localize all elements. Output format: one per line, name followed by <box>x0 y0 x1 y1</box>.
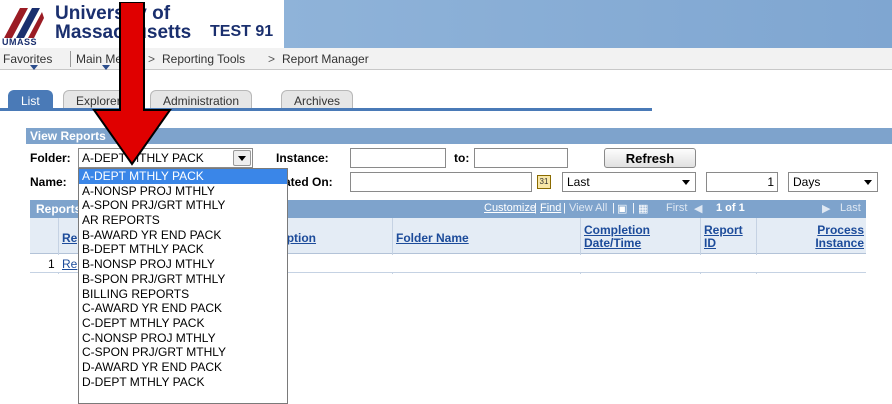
created-on-input[interactable] <box>350 172 532 192</box>
last-link[interactable]: Last <box>840 202 861 214</box>
row-number: 1 <box>48 257 55 271</box>
view-all-link[interactable]: View All <box>569 202 607 214</box>
red-arrow-annotation-icon <box>92 2 172 166</box>
next-arrow-icon[interactable]: ▶ <box>822 202 830 215</box>
grid-nav-divider: | <box>563 202 566 214</box>
period-selected-value: Last <box>567 175 590 189</box>
favorites-caret-icon <box>30 65 38 70</box>
list-item[interactable]: AR REPORTS <box>79 213 287 228</box>
list-item[interactable]: C-AWARD YR END PACK <box>79 301 287 316</box>
page-range: 1 of 1 <box>716 202 745 214</box>
list-item[interactable]: B-DEPT MTHLY PACK <box>79 242 287 257</box>
refresh-button[interactable]: Refresh <box>604 148 696 168</box>
reports-grid-title: Reports <box>36 202 82 216</box>
period-select[interactable]: Last <box>562 172 696 192</box>
first-link[interactable]: First <box>666 202 687 214</box>
list-item[interactable]: B-NONSP PROJ MTHLY <box>79 257 287 272</box>
col-folder-name[interactable]: Folder Name <box>396 232 469 245</box>
unit-selected-value: Days <box>793 175 821 189</box>
customize-link[interactable]: Customize <box>484 202 536 214</box>
instance-to-label: to: <box>454 151 470 165</box>
download-icon[interactable]: ▦ <box>638 202 648 215</box>
col-process-line2: Instance <box>815 236 864 250</box>
calendar-icon[interactable]: 31 <box>537 175 551 189</box>
folder-dropdown-list[interactable]: A-DEPT MTHLY PACK A-NONSP PROJ MTHLY A-S… <box>78 168 288 404</box>
list-item[interactable]: C-DEPT MTHLY PACK <box>79 316 287 331</box>
list-item[interactable]: A-SPON PRJ/GRT MTHLY <box>79 198 287 213</box>
umass-logo-icon <box>4 8 44 38</box>
col-process-instance[interactable]: Process Instance <box>806 224 864 250</box>
instance-label: Instance: <box>276 151 329 165</box>
grid-nav-divider: | <box>612 202 615 214</box>
chevron-down-icon <box>682 180 690 185</box>
tab-archives[interactable]: Archives <box>281 90 354 110</box>
list-item[interactable]: B-AWARD YR END PACK <box>79 228 287 243</box>
list-item[interactable]: A-NONSP PROJ MTHLY <box>79 184 287 199</box>
row-report-link[interactable]: Re <box>62 257 77 271</box>
instance-from-input[interactable] <box>350 148 446 168</box>
col-report-id-line2: ID <box>704 236 716 250</box>
find-link[interactable]: Find <box>540 202 561 214</box>
list-item[interactable]: D-AWARD YR END PACK <box>79 360 287 375</box>
prev-arrow-icon[interactable]: ◀ <box>694 202 702 215</box>
grid-nav-divider: | <box>632 202 635 214</box>
breadcrumb-report-manager[interactable]: Report Manager <box>282 52 369 66</box>
list-item[interactable]: B-SPON PRJ/GRT MTHLY <box>79 272 287 287</box>
list-item[interactable]: D-DEPT MTHLY PACK <box>79 375 287 390</box>
chevron-down-icon[interactable] <box>233 150 251 166</box>
unit-select[interactable]: Days <box>788 172 878 192</box>
breadcrumb-separator: > <box>268 52 276 66</box>
tab-list[interactable]: List <box>8 90 53 110</box>
instance-to-input[interactable] <box>474 148 568 168</box>
nav-divider <box>70 51 71 67</box>
grid-nav-divider: | <box>534 202 537 214</box>
umass-wordmark: UMASS <box>2 37 38 47</box>
days-count-input[interactable]: 1 <box>706 172 778 192</box>
folder-label: Folder: <box>30 151 71 165</box>
list-item[interactable]: A-DEPT MTHLY PACK <box>79 169 287 184</box>
breadcrumb-reporting-tools[interactable]: Reporting Tools <box>162 52 245 66</box>
favorites-menu[interactable]: Favorites <box>3 52 52 66</box>
chevron-down-icon <box>864 180 872 185</box>
list-item[interactable]: C-NONSP PROJ MTHLY <box>79 331 287 346</box>
col-completion-line2: Date/Time <box>584 236 642 250</box>
name-label: Name: <box>30 175 67 189</box>
environment-label: TEST 91 <box>210 23 274 40</box>
zoom-icon[interactable]: ▣ <box>617 202 627 215</box>
col-completion[interactable]: Completion Date/Time <box>584 224 650 250</box>
list-item[interactable]: C-SPON PRJ/GRT MTHLY <box>79 345 287 360</box>
list-item[interactable]: BILLING REPORTS <box>79 287 287 302</box>
col-report-id[interactable]: Report ID <box>704 224 743 250</box>
